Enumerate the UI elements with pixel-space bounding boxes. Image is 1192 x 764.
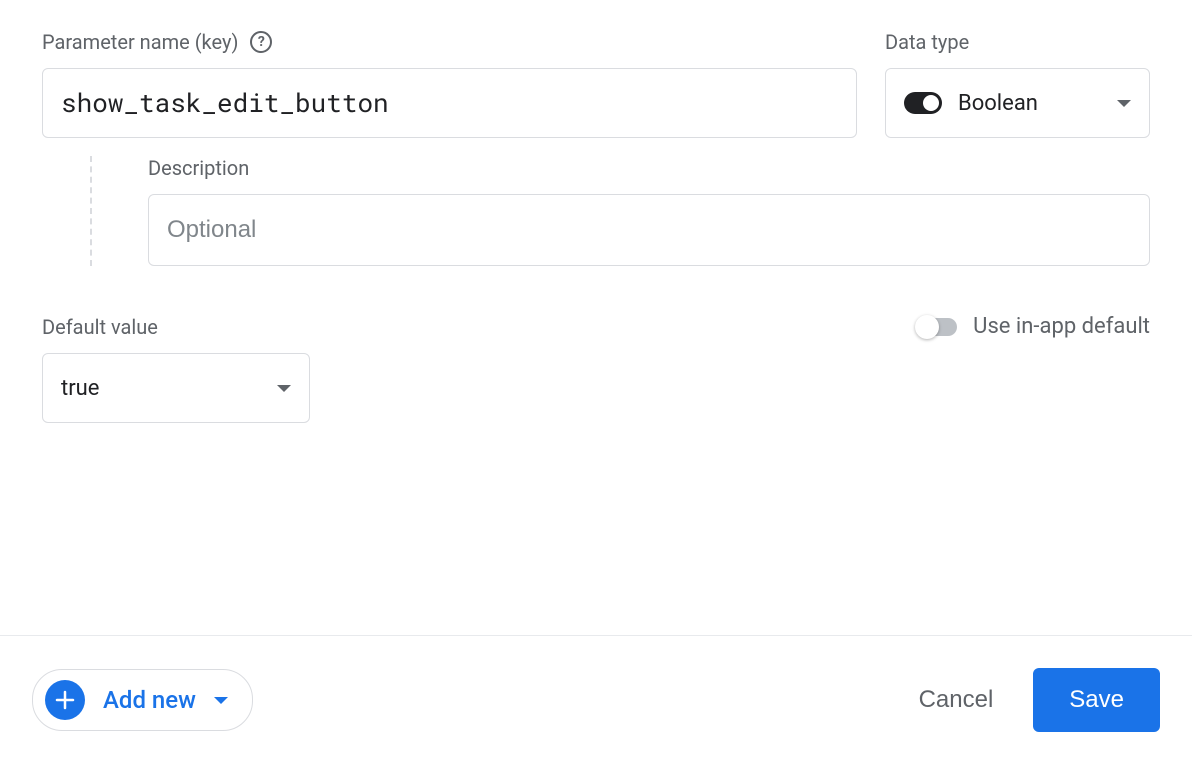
description-label: Description <box>148 156 1150 180</box>
save-button[interactable]: Save <box>1033 668 1160 732</box>
description-column: Description <box>148 156 1150 266</box>
add-new-button[interactable]: Add new <box>32 669 253 731</box>
data-type-label-text: Data type <box>885 30 969 54</box>
use-inapp-default-toggle[interactable]: Use in-app default <box>917 314 1150 339</box>
default-value-label-text: Default value <box>42 315 158 339</box>
chevron-down-icon <box>1117 100 1131 107</box>
data-type-value: Boolean <box>958 91 1101 116</box>
default-value-text: true <box>61 376 261 401</box>
parameter-name-label-text: Parameter name (key) <box>42 30 238 54</box>
chevron-down-icon <box>277 385 291 392</box>
footer-actions: Cancel Save <box>919 668 1160 732</box>
default-value-row: Default value Use in-app default <box>42 314 1150 339</box>
chevron-down-icon <box>214 697 228 704</box>
data-type-label: Data type <box>885 30 1150 54</box>
switch-track <box>917 318 957 336</box>
add-new-label: Add new <box>103 686 196 714</box>
parameter-name-input[interactable] <box>42 68 857 138</box>
boolean-icon <box>904 92 942 114</box>
default-value-select[interactable]: true <box>42 353 310 423</box>
parameter-name-column: Parameter name (key) ? <box>42 30 857 138</box>
top-row: Parameter name (key) ? Data type Boolean <box>42 30 1150 138</box>
data-type-select[interactable]: Boolean <box>885 68 1150 138</box>
parameter-name-label: Parameter name (key) ? <box>42 30 857 54</box>
description-input[interactable] <box>148 194 1150 266</box>
description-label-text: Description <box>148 156 249 180</box>
use-inapp-default-label: Use in-app default <box>973 314 1150 339</box>
plus-icon <box>45 680 85 720</box>
parameter-form: Parameter name (key) ? Data type Boolean… <box>0 0 1192 423</box>
help-icon[interactable]: ? <box>250 31 272 53</box>
footer-bar: Add new Cancel Save <box>0 635 1192 764</box>
tree-connector <box>90 156 140 266</box>
default-value-label: Default value <box>42 315 158 339</box>
data-type-column: Data type Boolean <box>885 30 1150 138</box>
switch-knob <box>915 315 939 339</box>
cancel-button[interactable]: Cancel <box>919 686 994 714</box>
description-row: Description <box>42 156 1150 266</box>
